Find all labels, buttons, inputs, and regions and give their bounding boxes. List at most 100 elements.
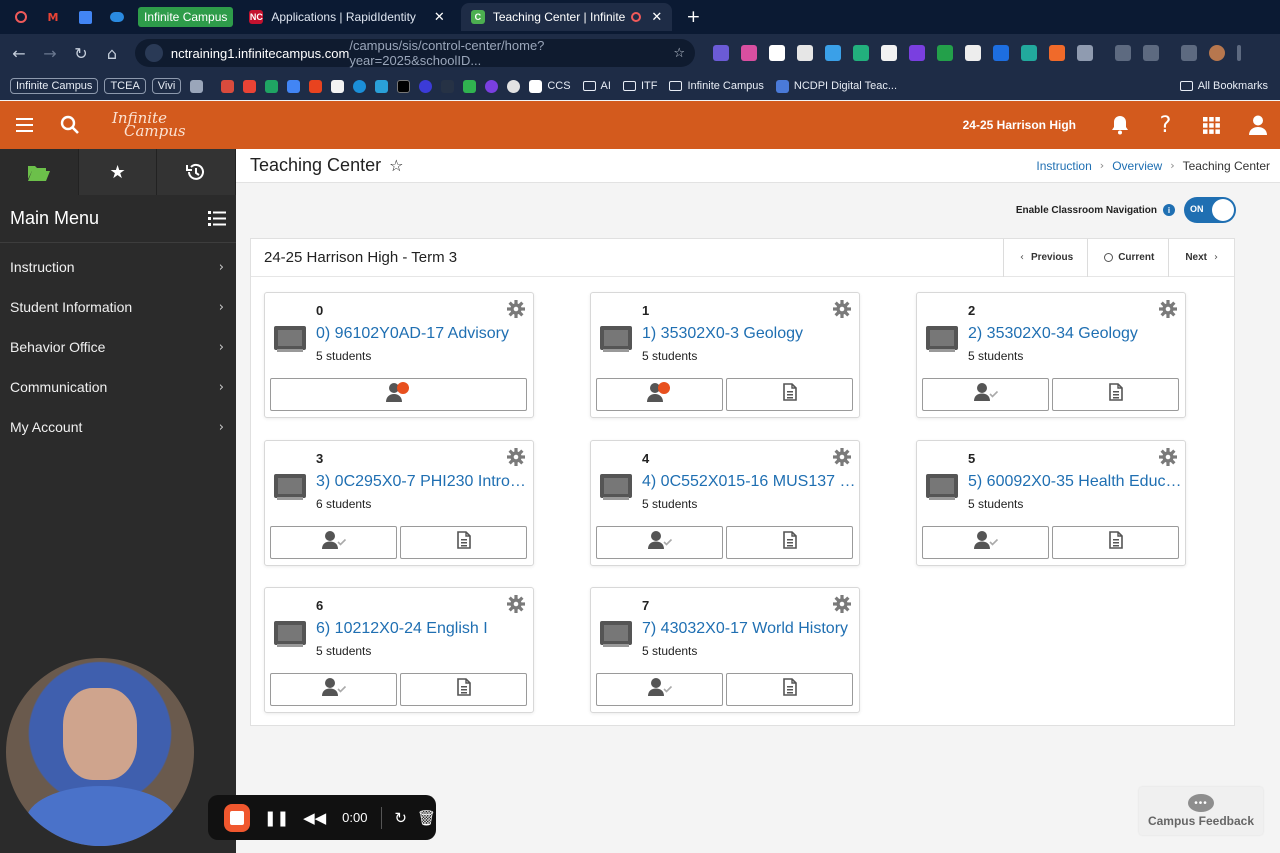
gear-icon[interactable] (1159, 300, 1177, 323)
tab-teaching-center[interactable]: C Teaching Center | Infinite ✕ (460, 3, 673, 31)
attendance-button[interactable] (596, 378, 723, 411)
extension-icon[interactable] (825, 45, 841, 61)
search-icon[interactable] (48, 115, 92, 135)
extension-icon[interactable] (713, 45, 729, 61)
apps-grid-icon[interactable] (190, 79, 204, 93)
info-icon[interactable]: i (1163, 204, 1175, 216)
download-icon[interactable] (1181, 45, 1197, 61)
sidebar-item-my-account[interactable]: My Account › (0, 407, 236, 447)
sidebar-item-instruction[interactable]: Instruction › (0, 247, 236, 287)
breadcrumb-overview[interactable]: Overview (1112, 159, 1162, 173)
new-tab-icon[interactable]: + (686, 7, 700, 27)
drive-tab-icon[interactable] (106, 6, 128, 28)
section-name-link[interactable]: 3) 0C295X0-7 PHI230 Introdu... (316, 473, 530, 491)
calendar-bookmark-icon[interactable] (287, 79, 301, 93)
attendance-button[interactable] (270, 526, 397, 559)
all-bookmarks[interactable]: All Bookmarks (1179, 80, 1268, 92)
gear-icon[interactable] (833, 595, 851, 618)
pause-icon[interactable]: ❚❚ (264, 809, 289, 827)
extension-icon[interactable] (937, 45, 953, 61)
gmail-bookmark-icon[interactable] (243, 79, 257, 93)
extension-icon[interactable] (881, 45, 897, 61)
bookmark-vivi[interactable]: Vivi (151, 78, 182, 94)
current-button[interactable]: Current (1087, 238, 1168, 277)
sidebar-item-student-information[interactable]: Student Information › (0, 287, 236, 327)
sidebar-item-communication[interactable]: Communication › (0, 367, 236, 407)
gear-icon[interactable] (507, 448, 525, 471)
bookmark-ccs[interactable]: CCS (547, 80, 570, 92)
attendance-button[interactable] (922, 378, 1049, 411)
sidebar-item-behavior-office[interactable]: Behavior Office › (0, 327, 236, 367)
extension-icon[interactable] (909, 45, 925, 61)
extension-icon[interactable] (769, 45, 785, 61)
forward-icon[interactable]: → (35, 44, 65, 63)
hamburger-menu-icon[interactable] (0, 118, 48, 132)
breadcrumb-instruction[interactable]: Instruction (1036, 159, 1091, 173)
close-tab-icon[interactable]: ✕ (434, 10, 445, 25)
extension-icon[interactable] (741, 45, 757, 61)
section-name-link[interactable]: 5) 60092X0-35 Health Educat... (968, 473, 1182, 491)
bookmark-icon[interactable] (309, 79, 323, 93)
section-name-link[interactable]: 7) 43032X0-17 World History (642, 620, 856, 638)
extensions-puzzle-icon[interactable] (1077, 45, 1093, 61)
extension-icon[interactable] (1021, 45, 1037, 61)
gear-icon[interactable] (833, 448, 851, 471)
tab-rapididentity[interactable]: NC Applications | RapidIdentity ✕ (239, 3, 454, 31)
grade-book-button[interactable] (726, 673, 853, 706)
gear-icon[interactable] (507, 595, 525, 618)
bookmark-icon[interactable] (485, 79, 499, 93)
bookmark-icon[interactable] (353, 79, 367, 93)
attendance-button[interactable] (596, 673, 723, 706)
close-tab-icon[interactable]: ✕ (651, 10, 662, 25)
tab-folders[interactable] (0, 149, 79, 195)
grade-book-button[interactable] (1052, 526, 1179, 559)
ccs-bookmark-icon[interactable] (529, 79, 543, 93)
home-icon[interactable]: ⌂ (97, 44, 127, 63)
site-info-icon[interactable] (145, 44, 163, 62)
bookmark-folder-ai[interactable]: AI (582, 80, 611, 92)
section-name-link[interactable]: 0) 96102Y0AD-17 Advisory (316, 325, 530, 343)
tab-group-infinite-campus[interactable]: Infinite Campus (138, 7, 234, 27)
campus-feedback-button[interactable]: ••• Campus Feedback (1139, 787, 1263, 835)
attendance-button[interactable] (270, 378, 527, 411)
address-bar[interactable]: nctraining1.infinitecampus.com/campus/si… (135, 38, 695, 68)
bookmark-folder-itf[interactable]: ITF (622, 80, 657, 92)
section-name-link[interactable]: 6) 10212X0-24 English I (316, 620, 530, 638)
gmail-tab-icon[interactable]: M (42, 6, 64, 28)
extension-icon[interactable] (993, 45, 1009, 61)
stop-recording-button[interactable] (224, 803, 250, 832)
back-icon[interactable]: ← (4, 44, 34, 63)
calendar-tab-icon[interactable] (74, 6, 96, 28)
grade-book-button[interactable] (726, 526, 853, 559)
attendance-button[interactable] (922, 526, 1049, 559)
profile-avatar-icon[interactable] (1209, 45, 1225, 61)
grade-book-button[interactable] (726, 378, 853, 411)
previous-button[interactable]: ‹ Previous (1002, 238, 1087, 277)
reading-mode-icon[interactable] (1115, 45, 1131, 61)
grade-book-button[interactable] (400, 526, 527, 559)
classroom-navigation-toggle[interactable]: ON (1184, 197, 1236, 223)
bookmark-icon[interactable] (419, 79, 433, 93)
trash-icon[interactable]: 🗑 (417, 809, 436, 827)
chrome-menu-icon[interactable] (1237, 45, 1241, 61)
extension-icon[interactable] (965, 45, 981, 61)
extension-icon[interactable] (797, 45, 813, 61)
bell-icon[interactable] (1096, 101, 1142, 149)
bookmark-tcea[interactable]: TCEA (104, 78, 146, 94)
bookmark-icon[interactable] (441, 79, 455, 93)
bookmark-icon[interactable] (221, 79, 235, 93)
grade-book-button[interactable] (1052, 378, 1179, 411)
bookmark-icon[interactable] (331, 79, 345, 93)
gear-icon[interactable] (507, 300, 525, 323)
tab-history[interactable] (157, 149, 237, 195)
tab-favorites[interactable]: ★ (78, 149, 158, 195)
rewind-icon[interactable]: ◀◀ (303, 809, 326, 827)
help-icon[interactable]: ? (1142, 101, 1188, 149)
bookmark-icon[interactable] (463, 79, 477, 93)
section-name-link[interactable]: 2) 35302X0-34 Geology (968, 325, 1182, 343)
extension-icon[interactable] (1049, 45, 1065, 61)
reload-icon[interactable]: ↻ (66, 44, 96, 63)
bookmark-icon[interactable] (507, 79, 521, 93)
favorite-star-icon[interactable]: ☆ (389, 156, 403, 175)
bookmark-star-icon[interactable]: ☆ (673, 46, 685, 61)
